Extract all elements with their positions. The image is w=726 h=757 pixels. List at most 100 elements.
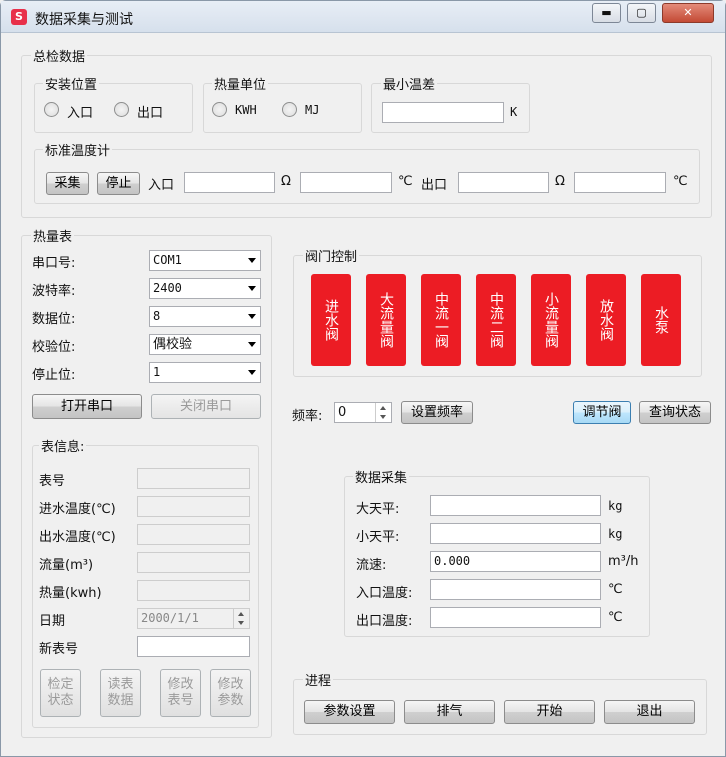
verify-status-button[interactable]: 检定状态	[40, 669, 81, 717]
date-value: 2000/1/1	[141, 611, 199, 625]
verify-status-label: 检定状态	[47, 677, 74, 708]
valve-control-legend: 阀门控制	[303, 246, 360, 265]
mid-flow-valve-2-button[interactable]: 中流二阀	[476, 274, 516, 366]
main-window: S 数据采集与测试 ▬ ▢ ✕ 总检数据 安装位置 入口 出口 热量单位 KWH…	[0, 0, 726, 757]
flow-label: 流量(m³)	[39, 558, 94, 573]
data-bits-value: 8	[153, 309, 161, 323]
query-status-button[interactable]: 查询状态	[639, 401, 711, 424]
inlet-water-temp-label: 进水温度(℃)	[39, 502, 116, 517]
modify-parameters-button[interactable]: 修改参数	[210, 669, 251, 717]
inlet-temp-input[interactable]	[430, 579, 601, 600]
open-port-button[interactable]: 打开串口	[32, 394, 142, 419]
date-picker[interactable]: 2000/1/1	[137, 608, 250, 629]
serial-port-value: COM1	[153, 253, 182, 267]
data-bits-select[interactable]: 8	[149, 306, 261, 327]
inlet-temp-label: 入口温度:	[356, 586, 413, 601]
mid-flow-valve-1-button[interactable]: 中流一阀	[421, 274, 461, 366]
stop-bits-select[interactable]: 1	[149, 362, 261, 383]
baud-rate-value: 2400	[153, 281, 182, 295]
chevron-down-icon	[248, 370, 256, 375]
ohm-unit-inlet: Ω	[281, 174, 291, 189]
parity-select[interactable]: 偶校验	[149, 334, 261, 355]
baud-rate-label: 波特率:	[32, 284, 76, 299]
parity-value: 偶校验	[153, 337, 193, 352]
maximize-button[interactable]: ▢	[627, 3, 656, 23]
thermometer-inlet-resistance-input[interactable]	[184, 172, 275, 193]
meter-number-label: 表号	[39, 474, 66, 489]
close-port-button[interactable]: 关闭串口	[151, 394, 261, 419]
min-temp-diff-input[interactable]	[382, 102, 504, 123]
frequency-stepper[interactable]: 0	[334, 402, 392, 423]
outlet-temp-input[interactable]	[430, 607, 601, 628]
data-collection-legend: 数据采集	[353, 467, 410, 486]
stop-bits-label: 停止位:	[32, 368, 76, 383]
outlet-water-temp-field[interactable]	[137, 524, 250, 545]
large-balance-label: 大天平:	[356, 502, 400, 517]
small-balance-input[interactable]	[430, 523, 601, 544]
pump-button[interactable]: 水泵	[641, 274, 681, 366]
frequency-value: 0	[338, 405, 347, 420]
inlet-water-temp-field[interactable]	[137, 496, 250, 517]
window-title: 数据采集与测试	[35, 12, 133, 28]
chevron-down-icon	[248, 314, 256, 319]
close-button[interactable]: ✕	[662, 3, 714, 23]
parameter-settings-button[interactable]: 参数设置	[304, 700, 395, 724]
chevron-down-icon	[248, 258, 256, 263]
adjust-valve-button[interactable]: 调节阀	[573, 401, 631, 424]
date-label: 日期	[39, 614, 66, 629]
thermometer-inlet-temp-input[interactable]	[300, 172, 392, 193]
kwh-radio-label: KWH	[235, 103, 257, 117]
set-frequency-button[interactable]: 设置频率	[401, 401, 473, 424]
serial-port-select[interactable]: COM1	[149, 250, 261, 271]
mj-radio[interactable]	[282, 102, 297, 117]
meter-number-field[interactable]	[137, 468, 250, 489]
inlet-radio-label: 入口	[67, 106, 94, 121]
new-meter-number-input[interactable]	[137, 636, 250, 657]
date-spinner-icon[interactable]	[233, 609, 249, 628]
large-balance-input[interactable]	[430, 495, 601, 516]
baud-rate-select[interactable]: 2400	[149, 278, 261, 299]
new-meter-number-label: 新表号	[39, 642, 79, 657]
collect-button[interactable]: 采集	[46, 172, 89, 195]
modify-parameters-label: 修改参数	[217, 677, 244, 708]
flow-rate-input[interactable]: 0.000	[430, 551, 601, 572]
celsius-unit-inlet: ℃	[398, 174, 413, 189]
mj-radio-label: MJ	[305, 103, 320, 117]
outlet-radio[interactable]	[114, 102, 129, 117]
read-meter-data-button[interactable]: 读表数据	[100, 669, 141, 717]
minimize-button[interactable]: ▬	[592, 3, 621, 23]
start-button[interactable]: 开始	[504, 700, 595, 724]
thermometer-outlet-resistance-input[interactable]	[458, 172, 549, 193]
exhaust-button[interactable]: 排气	[404, 700, 495, 724]
inlet-valve-button[interactable]: 进水阀	[311, 274, 351, 366]
flow-rate-label: 流速:	[356, 558, 387, 573]
read-meter-data-label: 读表数据	[107, 677, 134, 708]
total-data-legend: 总检数据	[31, 46, 88, 65]
heat-meter-legend: 热量表	[31, 226, 75, 245]
outlet-temp-unit: ℃	[608, 610, 623, 625]
outlet-radio-label: 出口	[137, 106, 164, 121]
large-flow-valve-button[interactable]: 大流量阀	[366, 274, 406, 366]
large-balance-unit: kg	[608, 499, 623, 513]
stop-bits-value: 1	[153, 365, 161, 379]
thermometer-outlet-temp-input[interactable]	[574, 172, 666, 193]
stop-button[interactable]: 停止	[97, 172, 140, 195]
celsius-unit-outlet: ℃	[673, 174, 688, 189]
heat-field[interactable]	[137, 580, 250, 601]
frequency-label: 频率:	[292, 409, 323, 424]
standard-thermometer-legend: 标准温度计	[43, 140, 113, 159]
small-balance-unit: kg	[608, 527, 623, 541]
ohm-unit-outlet: Ω	[555, 174, 565, 189]
exit-button[interactable]: 退出	[604, 700, 695, 724]
small-flow-valve-button[interactable]: 小流量阀	[531, 274, 571, 366]
inlet-radio[interactable]	[44, 102, 59, 117]
modify-meter-number-button[interactable]: 修改表号	[160, 669, 201, 717]
kwh-radio[interactable]	[212, 102, 227, 117]
min-temp-diff-unit: K	[510, 105, 518, 119]
heat-unit-legend: 热量单位	[212, 74, 269, 93]
drain-valve-button[interactable]: 放水阀	[586, 274, 626, 366]
title-bar[interactable]: S 数据采集与测试 ▬ ▢ ✕	[1, 1, 725, 33]
flow-field[interactable]	[137, 552, 250, 573]
frequency-spinner-icon[interactable]	[375, 403, 391, 422]
meter-info-legend: 表信息:	[39, 436, 87, 455]
